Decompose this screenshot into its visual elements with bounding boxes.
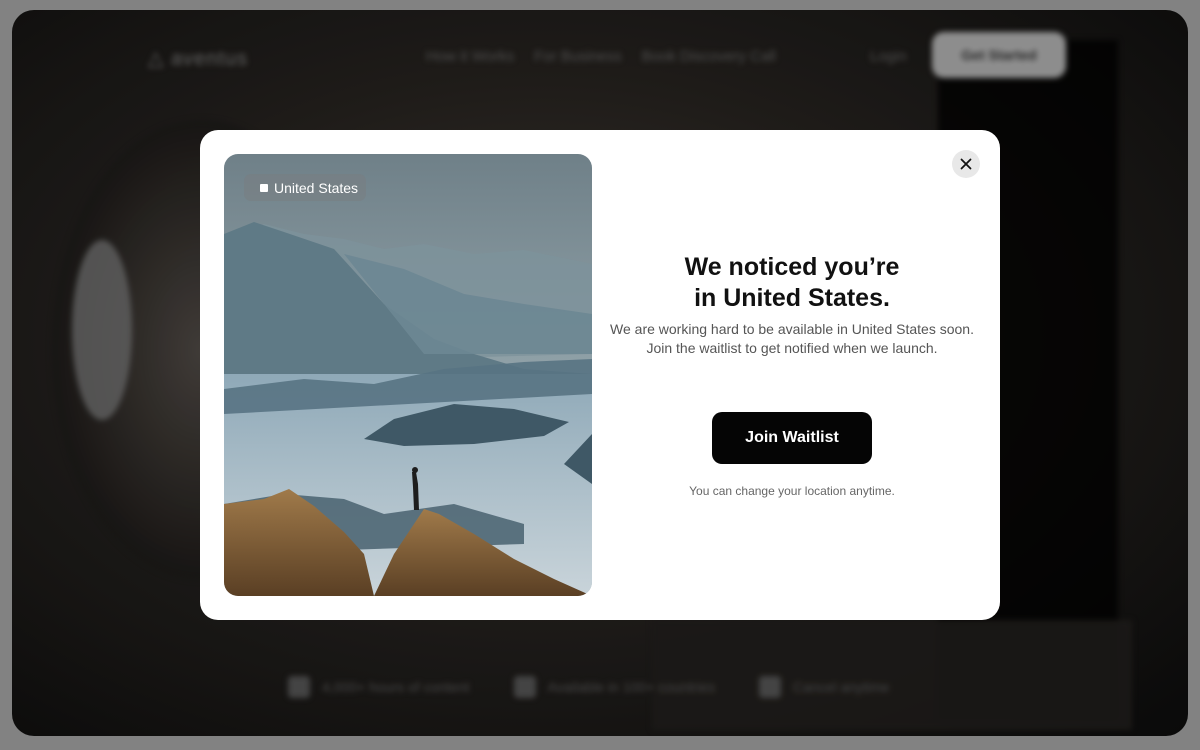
location-hint: You can change your location anytime. <box>689 484 895 498</box>
landscape-image: United States <box>224 154 592 596</box>
location-modal: United States We noticed you’re in Unite… <box>200 130 1000 620</box>
mountain-lake-illustration <box>224 154 592 596</box>
modal-heading-line: in United States. <box>694 284 890 312</box>
location-badge-label: United States <box>274 179 359 196</box>
modal-content: We noticed you’re in United States. We a… <box>602 130 982 620</box>
modal-description: We are working hard to be available in U… <box>602 320 982 358</box>
modal-description-line: We are working hard to be available in U… <box>610 321 974 337</box>
modal-heading: We noticed you’re in United States. <box>602 252 982 314</box>
location-dot-icon <box>260 183 268 192</box>
modal-heading-line: We noticed you’re <box>684 253 900 281</box>
modal-description-line: Join the waitlist to get notified when w… <box>646 340 938 356</box>
join-waitlist-button[interactable]: Join Waitlist <box>712 412 872 464</box>
location-badge: United States <box>244 174 367 201</box>
